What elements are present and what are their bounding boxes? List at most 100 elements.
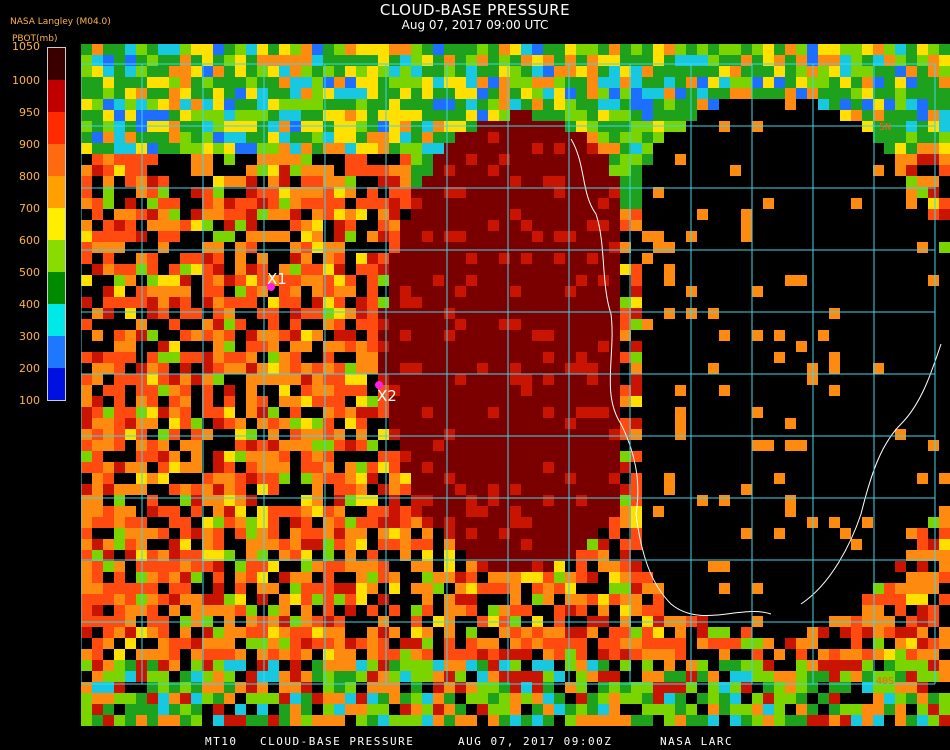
pressure-cell bbox=[719, 176, 731, 188]
pressure-cell bbox=[444, 253, 456, 265]
pressure-cell bbox=[686, 451, 698, 463]
pressure-cell bbox=[92, 110, 104, 122]
pressure-cell bbox=[796, 198, 808, 210]
pressure-cell bbox=[884, 583, 896, 595]
pressure-cell bbox=[763, 429, 775, 441]
pressure-cell bbox=[466, 341, 478, 353]
pressure-cell bbox=[279, 660, 291, 672]
pressure-cell bbox=[312, 297, 324, 309]
pressure-cell bbox=[268, 242, 280, 254]
pressure-cell bbox=[114, 198, 126, 210]
pressure-cell bbox=[917, 473, 929, 485]
pressure-cell bbox=[202, 44, 214, 56]
pressure-cell bbox=[708, 594, 720, 606]
pressure-cell bbox=[763, 209, 775, 221]
pressure-cell bbox=[444, 264, 456, 276]
pressure-cell bbox=[675, 275, 687, 287]
pressure-cell bbox=[939, 682, 950, 694]
pressure-cell bbox=[411, 594, 423, 606]
pressure-cell bbox=[103, 462, 115, 474]
pressure-cell bbox=[609, 341, 621, 353]
pressure-cell bbox=[125, 176, 137, 188]
pressure-cell bbox=[334, 187, 346, 199]
pressure-cell bbox=[202, 660, 214, 672]
pressure-cell bbox=[521, 143, 533, 155]
pressure-cell bbox=[785, 484, 797, 496]
pressure-cell bbox=[114, 385, 126, 397]
pressure-cell bbox=[917, 77, 929, 89]
pressure-cell bbox=[565, 374, 577, 386]
pressure-cell bbox=[290, 143, 302, 155]
pressure-cell bbox=[862, 418, 874, 430]
pressure-cell bbox=[257, 528, 269, 540]
pressure-cell bbox=[169, 143, 181, 155]
pressure-cell bbox=[851, 660, 863, 672]
pressure-cell bbox=[675, 704, 687, 716]
pressure-cell bbox=[411, 517, 423, 529]
pressure-cell bbox=[290, 242, 302, 254]
pressure-cell bbox=[158, 209, 170, 221]
pressure-cell bbox=[774, 638, 786, 650]
pressure-cell bbox=[884, 275, 896, 287]
pressure-cell bbox=[653, 407, 665, 419]
pressure-cell bbox=[114, 297, 126, 309]
pressure-cell bbox=[741, 264, 753, 276]
pressure-cell bbox=[290, 451, 302, 463]
pressure-cell bbox=[829, 66, 841, 78]
pressure-cell bbox=[213, 407, 225, 419]
pressure-cell bbox=[829, 319, 841, 331]
pressure-cell bbox=[466, 374, 478, 386]
pressure-cell bbox=[433, 297, 445, 309]
pressure-cell bbox=[246, 506, 258, 518]
pressure-cell bbox=[158, 671, 170, 683]
pressure-cell bbox=[917, 385, 929, 397]
pressure-cell bbox=[730, 176, 742, 188]
pressure-cell bbox=[510, 110, 522, 122]
pressure-cell bbox=[554, 44, 566, 56]
pressure-cell bbox=[664, 187, 676, 199]
pressure-cell bbox=[301, 209, 313, 221]
pressure-cell bbox=[818, 638, 830, 650]
pressure-cell bbox=[180, 99, 192, 111]
pressure-cell bbox=[829, 649, 841, 661]
pressure-cell bbox=[554, 484, 566, 496]
pressure-cell bbox=[906, 352, 918, 364]
pressure-cell bbox=[213, 539, 225, 551]
pressure-cell bbox=[741, 110, 753, 122]
pressure-cell bbox=[433, 77, 445, 89]
pressure-cell bbox=[554, 671, 566, 683]
pressure-cell bbox=[345, 341, 357, 353]
pressure-cell bbox=[873, 528, 885, 540]
pressure-cell bbox=[763, 484, 775, 496]
pressure-cell bbox=[499, 583, 511, 595]
pressure-cell bbox=[730, 44, 742, 56]
pressure-cell bbox=[763, 154, 775, 166]
pressure-cell bbox=[499, 693, 511, 705]
pressure-cell bbox=[829, 473, 841, 485]
pressure-cell bbox=[741, 165, 753, 177]
pressure-cell bbox=[686, 176, 698, 188]
pressure-cell bbox=[279, 253, 291, 265]
pressure-cell bbox=[653, 594, 665, 606]
pressure-cell bbox=[752, 605, 764, 617]
pressure-cell bbox=[422, 66, 434, 78]
pressure-cell bbox=[235, 495, 247, 507]
pressure-cell bbox=[906, 594, 918, 606]
pressure-cell bbox=[741, 605, 753, 617]
pressure-cell bbox=[356, 198, 368, 210]
pressure-cell bbox=[796, 429, 808, 441]
pressure-cell bbox=[917, 253, 929, 265]
pressure-cell bbox=[345, 363, 357, 375]
pressure-cell bbox=[565, 308, 577, 320]
pressure-cell bbox=[213, 308, 225, 320]
pressure-cell bbox=[422, 429, 434, 441]
pressure-cell bbox=[565, 363, 577, 375]
pressure-cell bbox=[730, 385, 742, 397]
pressure-cell bbox=[477, 319, 489, 331]
pressure-cell bbox=[895, 253, 907, 265]
pressure-cell bbox=[169, 132, 181, 144]
pressure-cell bbox=[862, 55, 874, 67]
pressure-cell bbox=[180, 374, 192, 386]
pressure-cell bbox=[312, 506, 324, 518]
pressure-cell bbox=[499, 253, 511, 265]
